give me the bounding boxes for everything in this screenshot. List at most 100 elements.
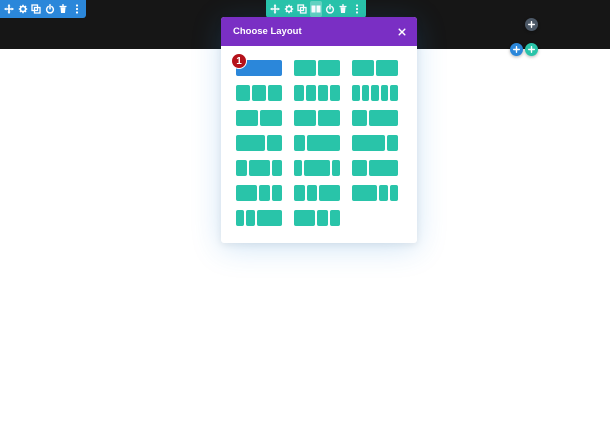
layout-column: [259, 185, 270, 201]
layout-column: [256, 210, 283, 226]
layout-column: [306, 185, 317, 201]
layout-option[interactable]: [294, 60, 340, 76]
more-icon: [75, 4, 78, 14]
layout-column: [371, 85, 379, 101]
layout-column: [380, 85, 389, 101]
duplicate-icon: [31, 4, 41, 14]
layout-column: [352, 185, 378, 201]
move-button[interactable]: [269, 1, 282, 17]
plus-icon: [513, 46, 520, 53]
layout-column: [236, 210, 245, 226]
plus-icon: [528, 21, 535, 28]
gear-button[interactable]: [283, 1, 296, 17]
layout-column: [318, 110, 340, 126]
layout-option[interactable]: [294, 85, 340, 101]
layout-column: [236, 110, 258, 126]
layout-column: [331, 160, 341, 176]
layout-column: [319, 185, 340, 201]
layout-option[interactable]: [294, 110, 340, 126]
trash-button[interactable]: [57, 1, 70, 17]
layout-column: [352, 110, 367, 126]
layout-column: [368, 110, 398, 126]
close-button[interactable]: [397, 27, 407, 37]
layout-column: [352, 160, 367, 176]
layout-column: [294, 160, 303, 176]
choose-layout-modal: Choose Layout: [221, 17, 417, 243]
more-icon: [355, 4, 358, 14]
columns-button[interactable]: [309, 1, 323, 17]
add-section-button[interactable]: [510, 43, 523, 56]
layout-option[interactable]: [236, 135, 282, 151]
modal-header: Choose Layout: [221, 17, 417, 46]
layout-column: [268, 85, 282, 101]
layout-column: [252, 85, 266, 101]
layout-column: [379, 185, 388, 201]
layout-option[interactable]: [352, 85, 398, 101]
layout-column: [306, 85, 316, 101]
gear-button[interactable]: [17, 1, 30, 17]
layout-option[interactable]: [352, 110, 398, 126]
layout-option[interactable]: [294, 210, 340, 226]
step-badge: 1: [231, 53, 247, 69]
layout-option[interactable]: [236, 110, 282, 126]
layout-column: [294, 135, 305, 151]
plus-icon: [528, 46, 535, 53]
power-icon: [45, 4, 54, 14]
layout-column: [317, 210, 328, 226]
section-settings-toolbar: [0, 0, 86, 18]
layout-column: [352, 135, 385, 151]
layout-column: [390, 85, 398, 101]
layout-column: [368, 160, 398, 176]
layout-column: [387, 135, 398, 151]
layout-column: [271, 185, 282, 201]
layout-column: [246, 210, 255, 226]
layout-column: [376, 60, 398, 76]
gear-icon: [284, 4, 294, 14]
close-icon: [398, 27, 406, 36]
power-button[interactable]: [323, 1, 336, 17]
layout-option[interactable]: [236, 85, 282, 101]
layout-column: [307, 135, 340, 151]
layout-option[interactable]: [236, 210, 283, 226]
more-button[interactable]: [71, 1, 84, 17]
add-module-button[interactable]: [525, 43, 538, 56]
layout-option[interactable]: [352, 135, 398, 151]
layout-options-grid: [236, 60, 400, 226]
layout-column: [294, 210, 315, 226]
layout-column: [389, 185, 399, 201]
layout-column: [236, 185, 257, 201]
layout-column: [330, 85, 340, 101]
layout-option[interactable]: [352, 185, 399, 201]
duplicate-button[interactable]: [30, 1, 43, 17]
layout-option[interactable]: [294, 160, 341, 176]
layout-column: [294, 110, 316, 126]
layout-column: [352, 85, 360, 101]
power-button[interactable]: [44, 1, 57, 17]
trash-button[interactable]: [337, 1, 350, 17]
layout-column: [294, 85, 304, 101]
duplicate-icon: [297, 4, 308, 14]
gear-icon: [18, 4, 27, 14]
more-button[interactable]: [350, 1, 363, 17]
move-icon: [4, 4, 14, 14]
row-settings-toolbar: [266, 0, 366, 18]
move-icon: [270, 4, 280, 14]
layout-column: [318, 85, 328, 101]
layout-column: [329, 210, 340, 226]
move-button[interactable]: [3, 1, 16, 17]
layout-column: [361, 85, 370, 101]
layout-option[interactable]: [294, 185, 340, 201]
layout-option[interactable]: [236, 185, 282, 201]
modal-title: Choose Layout: [233, 26, 302, 37]
layout-column: [260, 110, 282, 126]
layout-option[interactable]: [294, 135, 340, 151]
layout-option[interactable]: [352, 60, 398, 76]
layout-option[interactable]: [236, 160, 282, 176]
duplicate-button[interactable]: [296, 1, 309, 17]
add-row-button[interactable]: [525, 18, 538, 31]
trash-icon: [59, 4, 67, 13]
layout-column: [236, 85, 250, 101]
layout-column: [294, 60, 316, 76]
power-icon: [325, 4, 334, 14]
layout-option[interactable]: [352, 160, 398, 176]
